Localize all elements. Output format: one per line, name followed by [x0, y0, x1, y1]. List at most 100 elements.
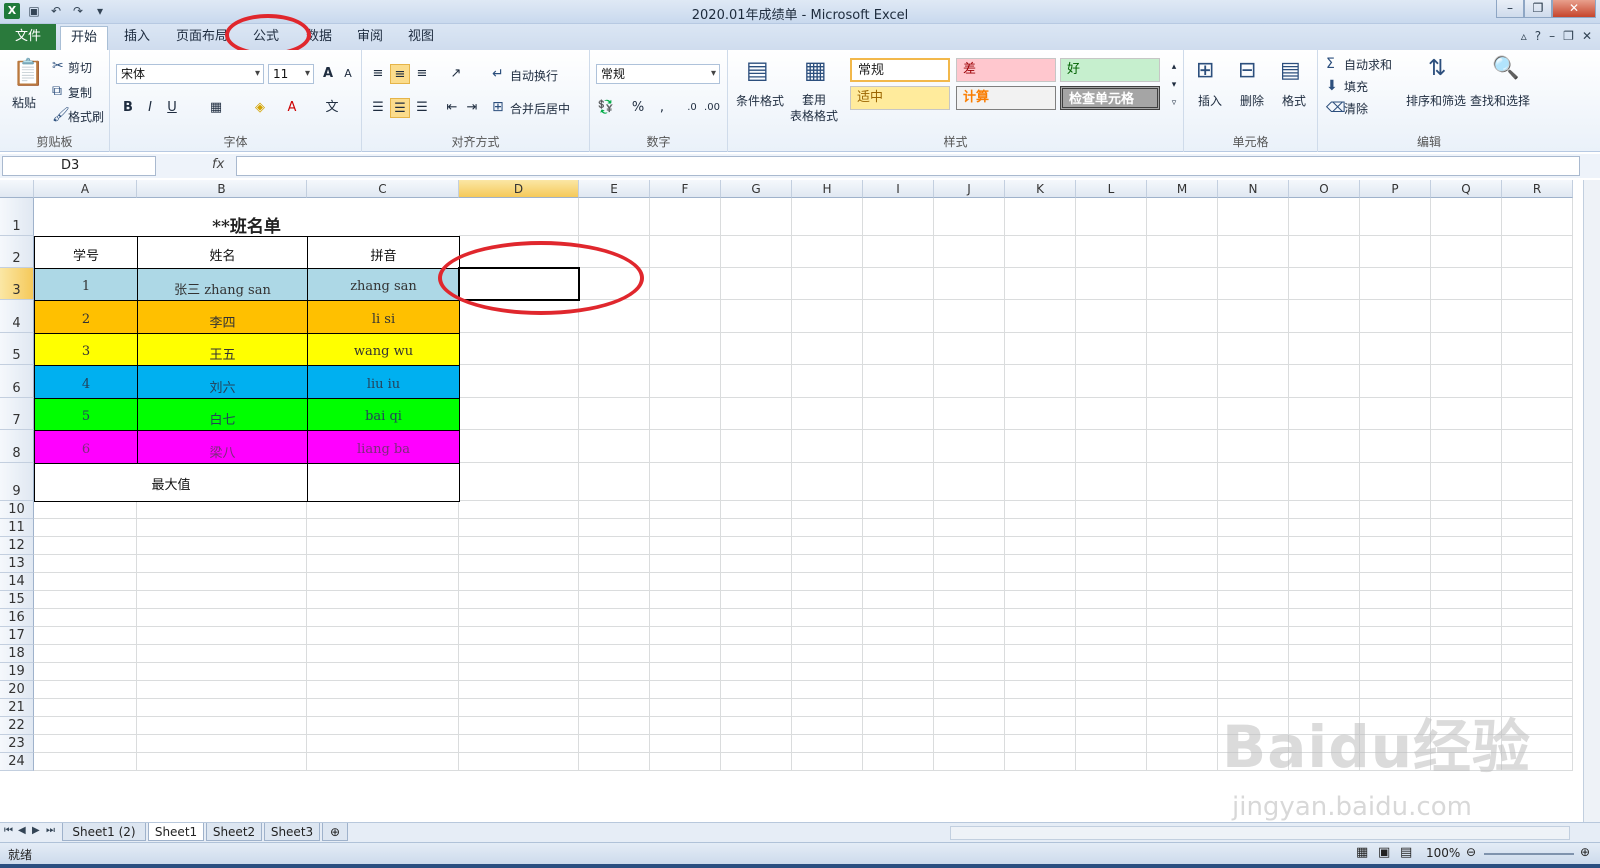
- grid-cell[interactable]: [650, 753, 721, 771]
- grid-cell[interactable]: [650, 609, 721, 627]
- clear-button[interactable]: 清除: [1344, 100, 1368, 117]
- grid-cell[interactable]: [1076, 365, 1147, 398]
- grid-cell[interactable]: [1360, 268, 1431, 300]
- insert-cells-button[interactable]: 插入: [1198, 92, 1222, 109]
- grid-cell[interactable]: [1502, 430, 1573, 463]
- grid-cell[interactable]: [307, 591, 459, 609]
- grid-cell[interactable]: [1147, 717, 1218, 735]
- grid-cell[interactable]: [307, 537, 459, 555]
- grid-cell[interactable]: [1076, 753, 1147, 771]
- record-id-cell[interactable]: 2: [34, 300, 138, 334]
- grid-cell[interactable]: [792, 609, 863, 627]
- grid-cell[interactable]: [650, 537, 721, 555]
- grid-cell[interactable]: [1076, 573, 1147, 591]
- grid-cell[interactable]: [863, 268, 934, 300]
- grid-cell[interactable]: [1218, 663, 1289, 681]
- column-header-k[interactable]: K: [1005, 180, 1076, 198]
- grid-cell[interactable]: [934, 717, 1005, 735]
- grid-cell[interactable]: [1147, 699, 1218, 717]
- grid-cell[interactable]: [1005, 753, 1076, 771]
- grid-cell[interactable]: [34, 699, 137, 717]
- grid-cell[interactable]: [1076, 463, 1147, 501]
- font-name-select[interactable]: 宋体: [116, 64, 264, 84]
- tab-home[interactable]: 开始: [60, 26, 109, 50]
- decrease-indent-icon[interactable]: ⇤: [442, 98, 462, 118]
- grid-cell[interactable]: [137, 645, 307, 663]
- grid-cell[interactable]: [863, 735, 934, 753]
- grid-cell[interactable]: [1147, 753, 1218, 771]
- record-pinyin-cell[interactable]: bai qi: [307, 398, 460, 431]
- shrink-font-icon[interactable]: A: [338, 64, 358, 84]
- grid-cell[interactable]: [1147, 519, 1218, 537]
- grid-cell[interactable]: [721, 555, 792, 573]
- grid-cell[interactable]: [1005, 398, 1076, 430]
- grid-cell[interactable]: [1005, 236, 1076, 268]
- grid-cell[interactable]: [934, 663, 1005, 681]
- grid-cell[interactable]: [1218, 430, 1289, 463]
- max-value-cell[interactable]: [307, 463, 460, 502]
- copy-button[interactable]: 复制: [68, 84, 92, 101]
- italic-icon[interactable]: I: [140, 98, 160, 118]
- record-id-cell[interactable]: 6: [34, 430, 138, 464]
- column-header-a[interactable]: A: [34, 180, 137, 198]
- grid-cell[interactable]: [1431, 268, 1502, 300]
- grid-cell[interactable]: [34, 609, 137, 627]
- grid-cell[interactable]: [721, 430, 792, 463]
- style-check-cell[interactable]: 检查单元格: [1060, 86, 1160, 110]
- grid-cell[interactable]: [1076, 735, 1147, 753]
- grid-cell[interactable]: [1147, 609, 1218, 627]
- grid-cell[interactable]: [459, 573, 579, 591]
- grid-cell[interactable]: [792, 681, 863, 699]
- grid-cell[interactable]: [1431, 555, 1502, 573]
- grid-cell[interactable]: [1431, 663, 1502, 681]
- grid-cell[interactable]: [137, 735, 307, 753]
- grid-cell[interactable]: [721, 333, 792, 365]
- accounting-format-icon[interactable]: 💱: [596, 98, 616, 118]
- grid-cell[interactable]: [1289, 300, 1360, 333]
- grid-cell[interactable]: [863, 717, 934, 735]
- grid-cell[interactable]: [650, 591, 721, 609]
- grid-cell[interactable]: [934, 609, 1005, 627]
- grid-cell[interactable]: [1005, 333, 1076, 365]
- grid-cell[interactable]: [137, 663, 307, 681]
- grid-cell[interactable]: [1147, 463, 1218, 501]
- column-header-o[interactable]: O: [1289, 180, 1360, 198]
- grid-cell[interactable]: [1076, 398, 1147, 430]
- row-header-14[interactable]: 14: [0, 573, 34, 591]
- grid-cell[interactable]: [1147, 573, 1218, 591]
- grid-cell[interactable]: [1076, 300, 1147, 333]
- grid-cell[interactable]: [137, 753, 307, 771]
- grid-cell[interactable]: [1360, 236, 1431, 268]
- grid-cell[interactable]: [721, 300, 792, 333]
- grid-cell[interactable]: [1289, 463, 1360, 501]
- grid-cell[interactable]: [863, 573, 934, 591]
- grid-cell[interactable]: [1431, 333, 1502, 365]
- table-format-button[interactable]: 套用 表格格式: [790, 92, 838, 124]
- sheet-tab-active[interactable]: Sheet1: [148, 823, 204, 841]
- page-break-view-icon[interactable]: ▤: [1400, 845, 1412, 860]
- grid-cell[interactable]: [650, 681, 721, 699]
- grid-cell[interactable]: [721, 591, 792, 609]
- grid-cell[interactable]: [459, 463, 579, 501]
- fill-button[interactable]: 填充: [1344, 78, 1368, 95]
- conditional-format-button[interactable]: 条件格式: [736, 92, 784, 109]
- grid-cell[interactable]: [863, 501, 934, 519]
- grid-cell[interactable]: [863, 430, 934, 463]
- grid-cell[interactable]: [792, 333, 863, 365]
- styles-more-icon[interactable]: ▴ ▾ ▿: [1164, 58, 1184, 114]
- grid-cell[interactable]: [459, 555, 579, 573]
- grid-cell[interactable]: [1005, 591, 1076, 609]
- record-name-cell[interactable]: 刘六: [137, 365, 308, 399]
- grid-cell[interactable]: [579, 430, 650, 463]
- underline-icon[interactable]: U: [162, 98, 182, 118]
- grid-cell[interactable]: [1289, 236, 1360, 268]
- grid-cell[interactable]: [307, 519, 459, 537]
- grid-cell[interactable]: [1005, 645, 1076, 663]
- grid-cell[interactable]: [1431, 463, 1502, 501]
- grid-cell[interactable]: [459, 735, 579, 753]
- grid-cell[interactable]: [34, 519, 137, 537]
- grid-cell[interactable]: [792, 519, 863, 537]
- grid-cell[interactable]: [1360, 537, 1431, 555]
- grid-cell[interactable]: [579, 537, 650, 555]
- grid-cell[interactable]: [792, 645, 863, 663]
